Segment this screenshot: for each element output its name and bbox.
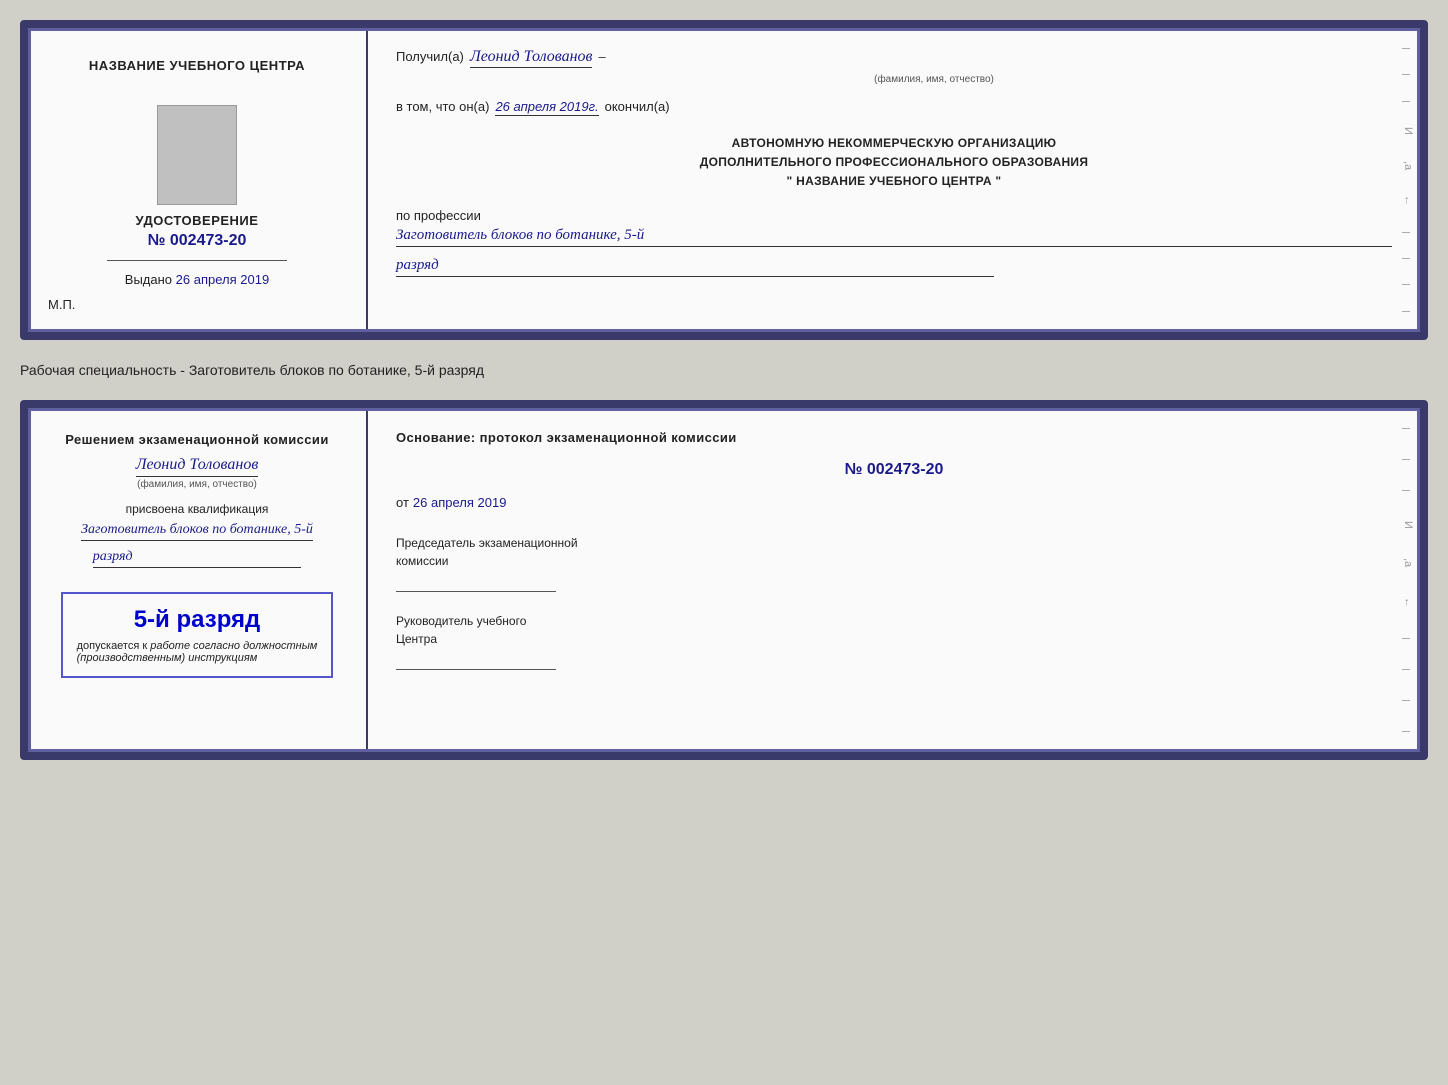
chairman-label-line1: Председатель экзаменационной — [396, 534, 1392, 552]
org-line2: ДОПОЛНИТЕЛЬНОГО ПРОФЕССИОНАЛЬНОГО ОБРАЗО… — [396, 153, 1392, 172]
stamp-instructions: (производственным) инструкциям — [77, 652, 318, 664]
completed-line: в том, что он(а) 26 апреля 2019г. окончи… — [396, 99, 1392, 116]
cert-issued-value: 26 апреля 2019 — [176, 272, 270, 287]
org-block: АВТОНОМНУЮ НЕКОММЕРЧЕСКУЮ ОРГАНИЗАЦИЮ ДО… — [396, 134, 1392, 192]
cert-left-panel: НАЗВАНИЕ УЧЕБНОГО ЦЕНТРА УДОСТОВЕРЕНИЕ №… — [28, 28, 368, 332]
recipient-name: Леонид Толованов — [470, 48, 593, 68]
completed-suffix: окончил(а) — [605, 99, 670, 114]
recipient-dash: – — [598, 49, 605, 64]
cert-fio-subtitle: (фамилия, имя, отчество) — [476, 74, 1392, 85]
org-line1: АВТОНОМНУЮ НЕКОММЕРЧЕСКУЮ ОРГАНИЗАЦИЮ — [396, 134, 1392, 153]
cert-middle: УДОСТОВЕРЕНИЕ № 002473-20 — [107, 213, 287, 271]
date-value: 26 апреля 2019 — [413, 495, 507, 510]
qual-profession-value: Заготовитель блоков по ботанике, 5-й — [81, 522, 313, 541]
org-line3: " НАЗВАНИЕ УЧЕБНОГО ЦЕНТРА " — [396, 172, 1392, 191]
cert-number: № 002473-20 — [107, 232, 287, 250]
qual-assigned-label: присвоена квалификация — [126, 502, 269, 516]
stamp-allowed-text: допускается к — [77, 640, 148, 652]
director-label-line1: Руководитель учебного — [396, 612, 1392, 630]
specialty-text: Рабочая специальность - Заготовитель бло… — [20, 358, 1428, 382]
recipient-label: Получил(а) — [396, 49, 464, 64]
director-label: Руководитель учебного Центра — [396, 612, 1392, 648]
cert-label: УДОСТОВЕРЕНИЕ — [107, 213, 287, 228]
date-line: от 26 апреля 2019 — [396, 495, 1392, 510]
completed-date: 26 апреля 2019г. — [495, 99, 598, 116]
qual-person-name: Леонид Толованов — [136, 456, 259, 477]
mp-label: М.П. — [48, 297, 75, 312]
certificate-card: НАЗВАНИЕ УЧЕБНОГО ЦЕНТРА УДОСТОВЕРЕНИЕ №… — [20, 20, 1428, 340]
profession-value: Заготовитель блоков по ботанике, 5-й — [396, 227, 1392, 247]
chairman-signature-block: Председатель экзаменационной комиссии — [396, 534, 1392, 592]
qual-fio-sub: (фамилия, имя, отчество) — [137, 479, 257, 490]
basis-label: Основание: протокол экзаменационной коми… — [396, 430, 1392, 445]
director-signature-block: Руководитель учебного Центра — [396, 612, 1392, 670]
cert-separator-line — [107, 260, 287, 261]
qualification-card: Решением экзаменационной комиссии Леонид… — [20, 400, 1428, 760]
date-prefix: от — [396, 495, 409, 510]
chairman-label: Председатель экзаменационной комиссии — [396, 534, 1392, 570]
qual-rank-value: разряд — [93, 549, 302, 568]
completed-label: в том, что он(а) — [396, 99, 489, 114]
qualification-stamp: 5-й разряд допускается к работе согласно… — [61, 592, 334, 678]
cert-training-center-title: НАЗВАНИЕ УЧЕБНОГО ЦЕНТРА — [89, 58, 305, 73]
qual-right-panel: Основание: протокол экзаменационной коми… — [368, 408, 1420, 752]
stamp-work-text: работе согласно должностным — [150, 640, 317, 652]
cert-issued-block: Выдано 26 апреля 2019 — [125, 272, 269, 287]
page-container: НАЗВАНИЕ УЧЕБНОГО ЦЕНТРА УДОСТОВЕРЕНИЕ №… — [20, 20, 1428, 760]
stamp-rank-large: 5-й разряд — [77, 606, 318, 634]
chairman-sig-line — [396, 576, 556, 592]
protocol-number: № 002473-20 — [396, 461, 1392, 479]
profession-label: по профессии — [396, 208, 1392, 223]
chairman-label-line2: комиссии — [396, 552, 1392, 570]
director-label-line2: Центра — [396, 630, 1392, 648]
recipient-line: Получил(а) Леонид Толованов – — [396, 48, 1392, 68]
photo-placeholder — [157, 105, 237, 205]
rank-value: разряд — [396, 257, 994, 277]
qual-left-panel: Решением экзаменационной комиссии Леонид… — [28, 408, 368, 752]
director-sig-line — [396, 654, 556, 670]
cert-issued-label: Выдано — [125, 272, 172, 287]
qual-decision: Решением экзаменационной комиссии — [65, 430, 328, 450]
stamp-allowed: допускается к работе согласно должностны… — [77, 640, 318, 652]
cert-right-panel: Получил(а) Леонид Толованов – (фамилия, … — [368, 28, 1420, 332]
